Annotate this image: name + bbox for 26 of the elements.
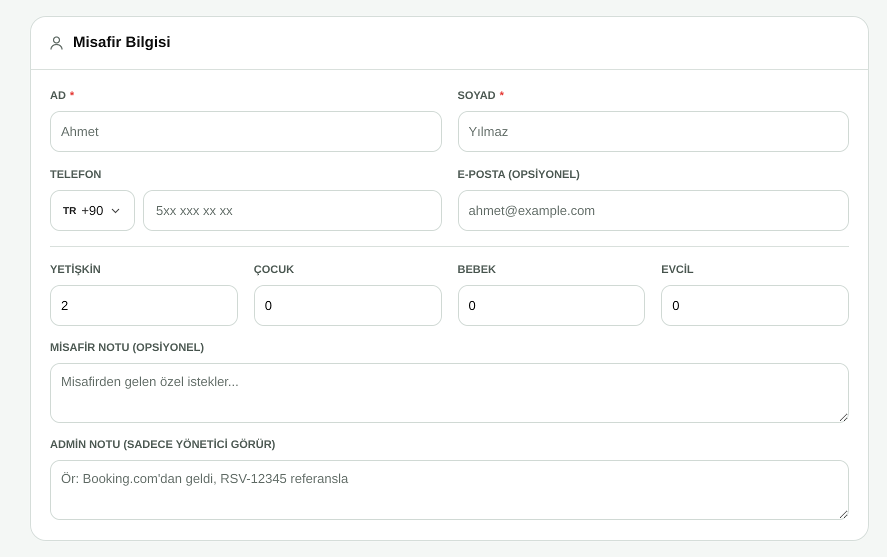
field-label: ÇOCUK	[254, 263, 294, 278]
field-label: AD	[50, 89, 66, 104]
field-label: BEBEK	[458, 263, 496, 278]
field-label: E-POSTA (OPSİYONEL)	[458, 168, 581, 183]
field-label: TELEFON	[50, 168, 102, 183]
required-asterisk: *	[500, 89, 504, 104]
number-input[interactable]: 0	[661, 285, 849, 326]
required-asterisk: *	[70, 89, 74, 104]
note-textarea[interactable]: Ör: Booking.com'dan geldi, RSV-12345 referansla	[50, 460, 849, 520]
user-icon	[50, 36, 63, 50]
number-input[interactable]: 2	[50, 285, 238, 326]
number-input[interactable]: 0	[458, 285, 646, 326]
field-label: EVCİL	[661, 262, 694, 278]
field-label: ADMİN NOTU (SADECE YÖNETİCİ GÖRÜR)	[50, 438, 276, 453]
phone-input[interactable]: 5xx xxx xx xx	[143, 190, 442, 231]
card-title: Misafir Bilgisi	[73, 32, 171, 53]
chevron-down-icon	[111, 208, 120, 214]
field-label: MİSAFİR NOTU (OPSİYONEL)	[50, 340, 204, 356]
text-input[interactable]: Ahmet	[50, 111, 442, 152]
field-label: YETİŞKİN	[50, 262, 101, 278]
email-input[interactable]: ahmet@example.com	[458, 190, 849, 231]
field-label: SOYAD	[458, 89, 496, 104]
number-input[interactable]: 0	[254, 285, 442, 326]
text-input[interactable]: Yılmaz	[458, 111, 849, 152]
note-textarea[interactable]: Misafirden gelen özel istekler...	[50, 363, 849, 423]
country-code-dropdown[interactable]: TR +90	[50, 190, 135, 231]
